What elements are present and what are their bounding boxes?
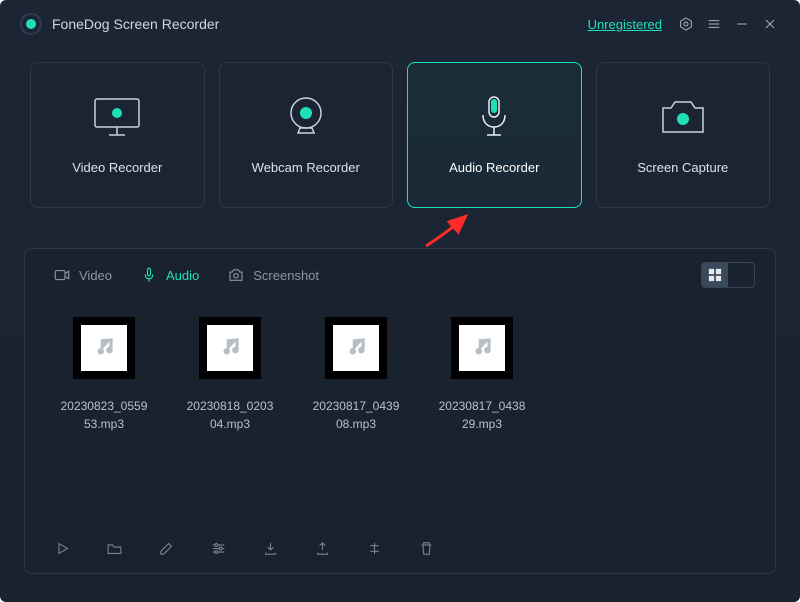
camera-icon xyxy=(657,96,709,138)
play-button[interactable] xyxy=(51,537,73,559)
tab-screenshot[interactable]: Screenshot xyxy=(227,266,319,284)
file-thumbnail xyxy=(73,317,135,379)
file-thumbnail xyxy=(325,317,387,379)
list-view-button[interactable] xyxy=(728,263,754,287)
file-grid: 20230823_055953.mp3 20230818_020304.mp3 20… xyxy=(25,301,775,523)
library-tabs: Video Audio Screenshot xyxy=(25,249,775,301)
minimize-icon[interactable] xyxy=(728,10,756,38)
tab-audio[interactable]: Audio xyxy=(140,266,199,284)
export-button[interactable] xyxy=(311,537,333,559)
mode-audio-recorder[interactable]: Audio Recorder xyxy=(407,62,582,208)
view-toggle xyxy=(701,262,755,288)
tab-label: Audio xyxy=(166,268,199,283)
music-note-icon xyxy=(459,325,505,371)
file-item[interactable]: 20230823_055953.mp3 xyxy=(41,317,167,523)
mode-webcam-recorder[interactable]: Webcam Recorder xyxy=(219,62,394,208)
title-bar: FoneDog Screen Recorder Unregistered xyxy=(0,0,800,48)
music-note-icon xyxy=(81,325,127,371)
settings-sliders-button[interactable] xyxy=(207,537,229,559)
grid-view-button[interactable] xyxy=(702,263,728,287)
tab-video[interactable]: Video xyxy=(53,266,112,284)
mode-screen-capture[interactable]: Screen Capture xyxy=(596,62,771,208)
app-window: FoneDog Screen Recorder Unregistered Vid… xyxy=(0,0,800,602)
delete-button[interactable] xyxy=(415,537,437,559)
file-name: 20230817_043908.mp3 xyxy=(309,397,404,433)
mode-label: Video Recorder xyxy=(72,160,162,175)
import-button[interactable] xyxy=(259,537,281,559)
file-item[interactable]: 20230817_043829.mp3 xyxy=(419,317,545,523)
trim-button[interactable] xyxy=(363,537,385,559)
file-thumbnail xyxy=(451,317,513,379)
arrow-annotation-icon xyxy=(420,212,480,252)
file-item[interactable]: 20230817_043908.mp3 xyxy=(293,317,419,523)
microphone-icon xyxy=(474,96,514,138)
mode-selector: Video Recorder Webcam Recorder Audio Rec… xyxy=(0,48,800,208)
library-toolbar xyxy=(25,523,775,573)
monitor-icon xyxy=(89,96,145,138)
music-note-icon xyxy=(207,325,253,371)
webcam-icon xyxy=(282,96,330,138)
mode-video-recorder[interactable]: Video Recorder xyxy=(30,62,205,208)
file-item[interactable]: 20230818_020304.mp3 xyxy=(167,317,293,523)
mode-label: Screen Capture xyxy=(637,160,728,175)
mode-label: Audio Recorder xyxy=(449,160,539,175)
register-link[interactable]: Unregistered xyxy=(588,17,662,32)
file-thumbnail xyxy=(199,317,261,379)
music-note-icon xyxy=(333,325,379,371)
rename-button[interactable] xyxy=(155,537,177,559)
close-icon[interactable] xyxy=(756,10,784,38)
file-name: 20230818_020304.mp3 xyxy=(183,397,278,433)
app-logo-icon xyxy=(20,13,42,35)
file-name: 20230817_043829.mp3 xyxy=(435,397,530,433)
settings-icon[interactable] xyxy=(672,10,700,38)
app-title: FoneDog Screen Recorder xyxy=(52,16,219,32)
library-panel: Video Audio Screenshot 20230823_05595 xyxy=(24,248,776,574)
file-name: 20230823_055953.mp3 xyxy=(57,397,152,433)
menu-icon[interactable] xyxy=(700,10,728,38)
tab-label: Video xyxy=(79,268,112,283)
tab-label: Screenshot xyxy=(253,268,319,283)
folder-button[interactable] xyxy=(103,537,125,559)
mode-label: Webcam Recorder xyxy=(252,160,360,175)
